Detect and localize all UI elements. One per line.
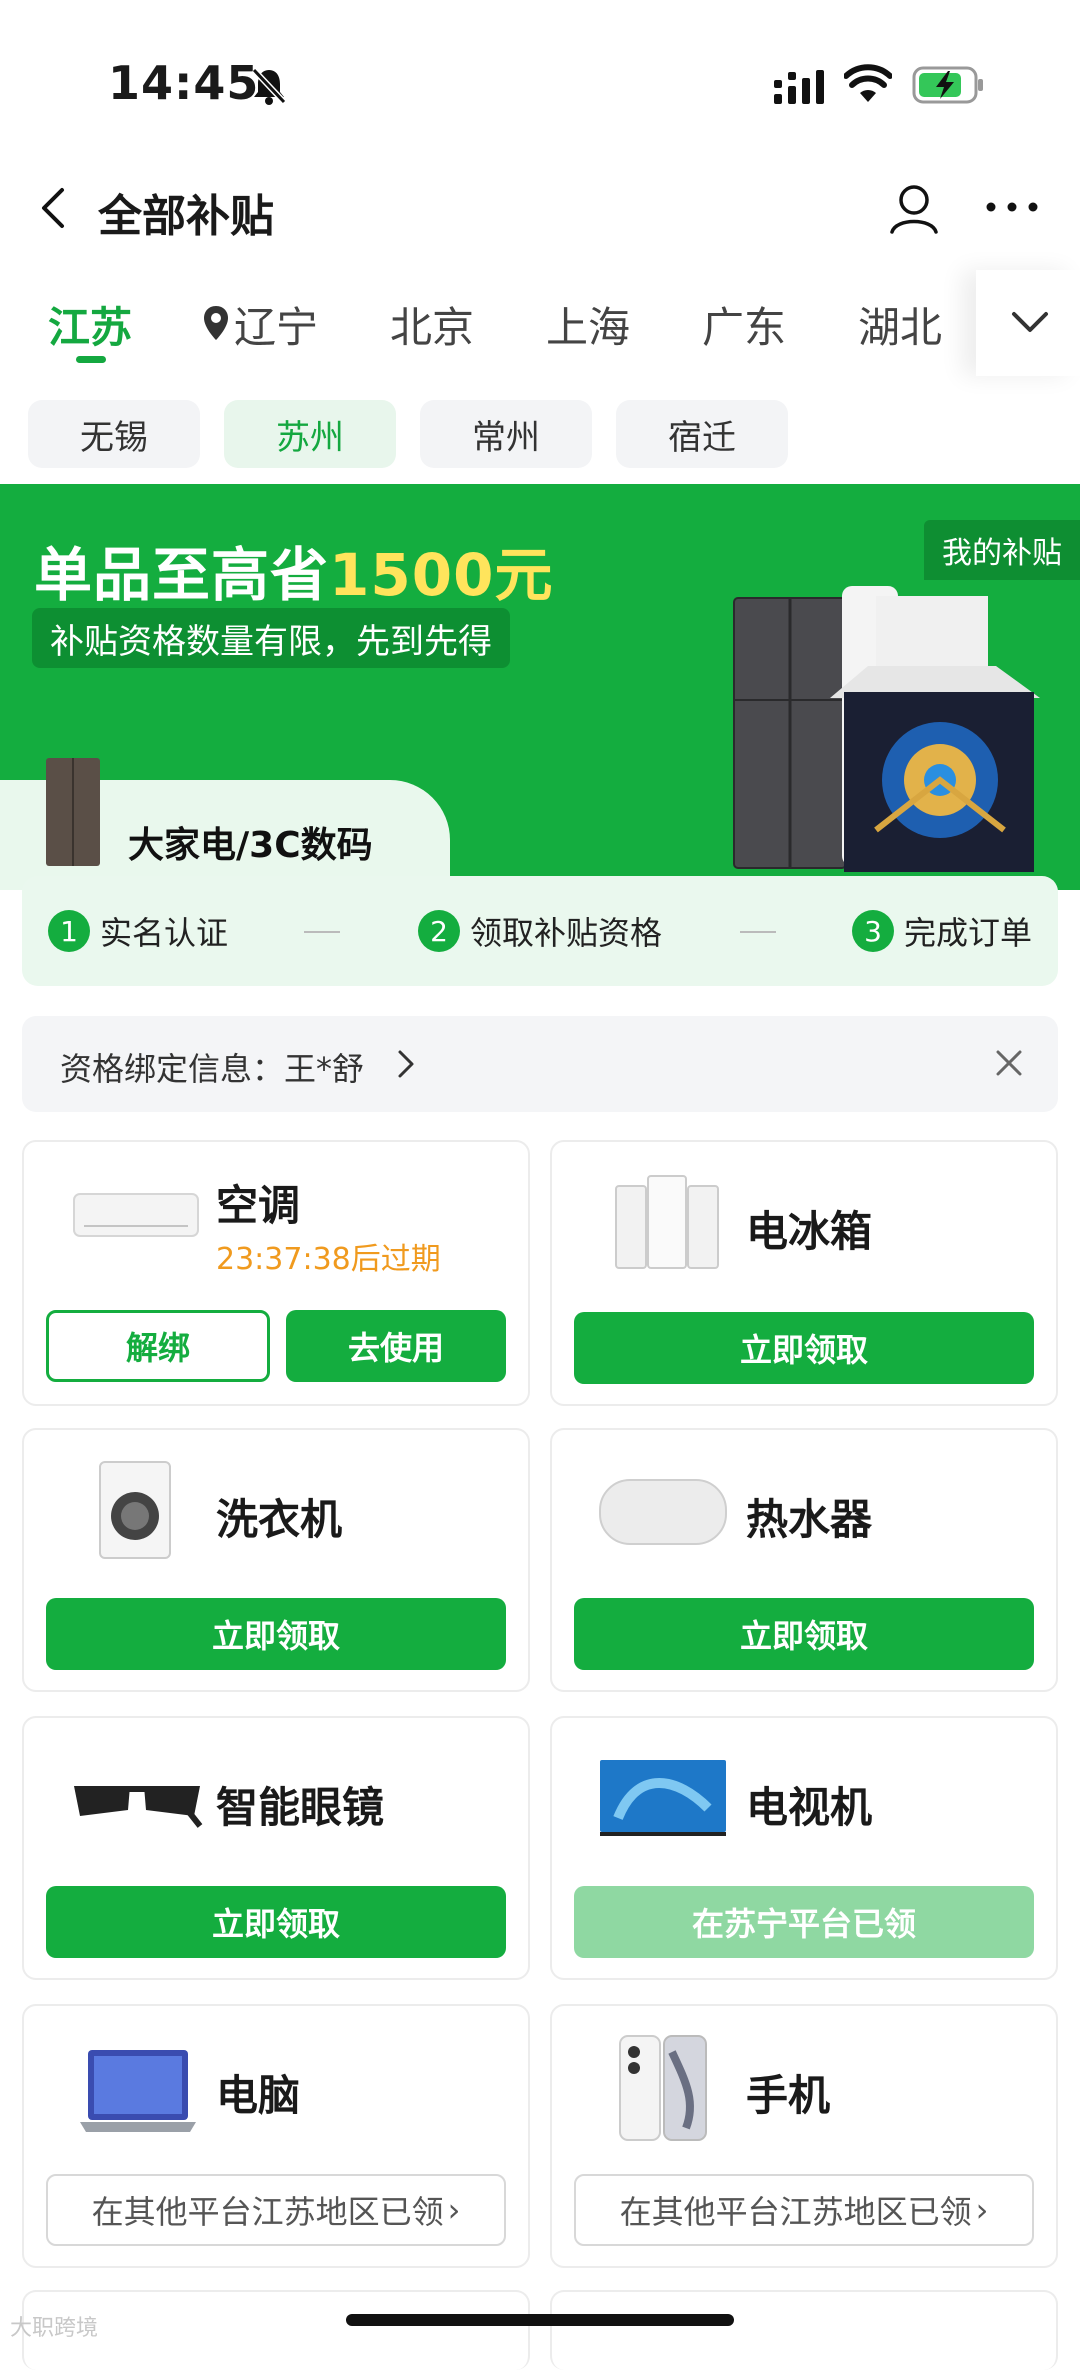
status-time: 14:45 xyxy=(108,56,260,110)
city-chip-changzhou[interactable]: 常州 xyxy=(420,400,592,468)
banner-subtitle: 补贴资格数量有限，先到先得 xyxy=(32,608,510,668)
more-options-icon[interactable] xyxy=(984,200,1040,214)
tab-region-guangdong[interactable]: 广东 xyxy=(702,294,786,355)
chevron-down-icon xyxy=(1012,312,1048,332)
step-divider xyxy=(740,931,776,933)
claimed-elsewhere-label: 在其他平台江苏地区已领 xyxy=(91,2193,444,2231)
tab-region-beijing[interactable]: 北京 xyxy=(390,294,474,355)
product-name: 空调 xyxy=(216,1181,301,1230)
unbind-button[interactable]: 解绑 xyxy=(46,1310,270,1382)
tv-image xyxy=(600,1760,726,1836)
air-conditioner-image xyxy=(73,1193,199,1237)
product-card-partial xyxy=(22,2290,530,2370)
watermark: 大职跨境 xyxy=(10,2316,99,2341)
claim-button[interactable]: 立即领取 xyxy=(46,1886,506,1958)
cellular-signal-icon xyxy=(774,70,824,104)
smart-glasses-image xyxy=(74,1786,203,1828)
product-name: 电视机 xyxy=(746,1783,873,1832)
laptop-image xyxy=(80,2050,196,2132)
expand-regions-button[interactable] xyxy=(976,270,1080,376)
my-subsidy-button[interactable]: 我的补贴 xyxy=(924,520,1080,580)
battery-charging-icon xyxy=(912,66,983,104)
claim-button[interactable]: 立即领取 xyxy=(574,1312,1034,1384)
status-bar: 14:45 xyxy=(0,0,1080,160)
active-tab-indicator xyxy=(76,356,106,363)
phone-image xyxy=(619,2035,707,2141)
city-chip-suqian[interactable]: 宿迁 xyxy=(616,400,788,468)
promo-banner[interactable]: 单品至高省1500元 补贴资格数量有限，先到先得 我的补贴 大家电/3C数码 xyxy=(0,484,1080,890)
fridge-thumb-icon xyxy=(46,758,100,866)
claim-button[interactable]: 立即领取 xyxy=(46,1598,506,1670)
product-card-tv: 电视机 在苏宁平台已领 xyxy=(550,1716,1058,1980)
tab-region-hubei[interactable]: 湖北 xyxy=(858,294,942,355)
close-icon[interactable] xyxy=(994,1048,1024,1078)
use-button[interactable]: 去使用 xyxy=(286,1310,506,1382)
product-name: 热水器 xyxy=(746,1495,873,1544)
tab-region-shanghai[interactable]: 上海 xyxy=(546,294,630,355)
product-card-refrigerator: 电冰箱 立即领取 xyxy=(550,1140,1058,1406)
step-label: 实名认证 xyxy=(100,914,229,952)
product-name: 电冰箱 xyxy=(746,1207,873,1256)
step-number: 2 xyxy=(418,910,460,952)
product-card-water-heater: 热水器 立即领取 xyxy=(550,1428,1058,1692)
product-card-phone: 手机 在其他平台江苏地区已领 › xyxy=(550,2004,1058,2268)
product-card-smart-glasses: 智能眼镜 立即领取 xyxy=(22,1716,530,1980)
binding-info-text: 资格绑定信息：王*舒 xyxy=(60,1050,365,1088)
product-card-air-conditioner: 空调 23:37:38后过期 解绑 去使用 xyxy=(22,1140,530,1406)
product-name: 智能眼镜 xyxy=(216,1783,385,1832)
claimed-on-suning-button: 在苏宁平台已领 xyxy=(574,1886,1034,1958)
claimed-elsewhere-button[interactable]: 在其他平台江苏地区已领 › xyxy=(46,2174,506,2246)
tab-region-jiangsu[interactable]: 江苏 xyxy=(48,294,132,355)
binding-info-bar[interactable]: 资格绑定信息：王*舒 xyxy=(22,1016,1058,1112)
product-name: 洗衣机 xyxy=(216,1495,343,1544)
banner-title-amount: 1500元 xyxy=(329,541,554,609)
product-card-computer: 电脑 在其他平台江苏地区已领 › xyxy=(22,2004,530,2268)
step-number: 1 xyxy=(48,910,90,952)
washing-machine-image xyxy=(99,1461,171,1559)
step-label: 完成订单 xyxy=(904,914,1033,952)
tab-region-liaoning[interactable]: 辽宁 xyxy=(234,294,318,355)
product-name: 手机 xyxy=(746,2071,831,2120)
chevron-right-icon: › xyxy=(447,2191,461,2229)
appliances-illustration xyxy=(733,586,1040,872)
subsidy-steps: 1 实名认证 2 领取补贴资格 3 完成订单 xyxy=(22,876,1058,986)
back-chevron-icon[interactable] xyxy=(38,186,68,230)
banner-title-prefix: 单品至高省 xyxy=(34,541,330,609)
water-heater-image xyxy=(599,1479,727,1545)
wifi-icon xyxy=(844,64,892,102)
step-number: 3 xyxy=(852,910,894,952)
city-chip-suzhou[interactable]: 苏州 xyxy=(224,400,396,468)
claim-button[interactable]: 立即领取 xyxy=(574,1598,1034,1670)
chevron-right-icon xyxy=(398,1050,414,1078)
mute-bell-icon xyxy=(251,67,287,105)
claimed-elsewhere-label: 在其他平台江苏地区已领 xyxy=(619,2193,972,2231)
refrigerator-image xyxy=(615,1175,719,1269)
banner-category-label: 大家电/3C数码 xyxy=(128,825,373,866)
step-divider xyxy=(304,931,340,933)
product-name: 电脑 xyxy=(216,2071,301,2120)
chevron-right-icon: › xyxy=(975,2191,989,2229)
banner-title: 单品至高省1500元 xyxy=(34,528,553,612)
home-indicator[interactable] xyxy=(346,2314,734,2326)
product-card-partial xyxy=(550,2290,1058,2370)
page-title: 全部补贴 xyxy=(98,191,274,242)
product-card-washing-machine: 洗衣机 立即领取 xyxy=(22,1428,530,1692)
user-profile-icon[interactable] xyxy=(886,180,942,236)
location-pin-icon xyxy=(204,306,228,340)
claimed-elsewhere-button[interactable]: 在其他平台江苏地区已领 › xyxy=(574,2174,1034,2246)
city-chip-wuxi[interactable]: 无锡 xyxy=(28,400,200,468)
step-label: 领取补贴资格 xyxy=(470,914,663,952)
expire-countdown: 23:37:38后过期 xyxy=(216,1242,441,1277)
